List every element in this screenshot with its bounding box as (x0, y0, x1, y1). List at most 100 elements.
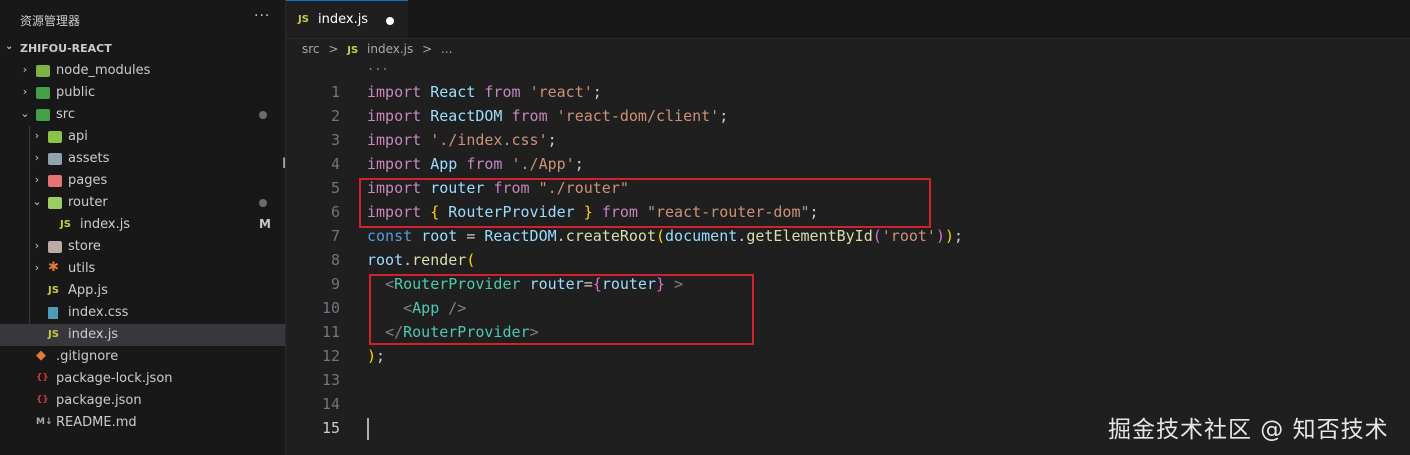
js-file-icon: JS (60, 219, 71, 230)
code-line[interactable]: import React from 'react'; (367, 83, 602, 101)
chevron-right-icon[interactable]: › (31, 129, 43, 142)
code-token: import (367, 83, 422, 101)
code-token: ) (367, 347, 377, 365)
chevron-right-icon[interactable]: › (31, 239, 43, 252)
tree-item[interactable]: › node_modules (0, 60, 285, 82)
breadcrumb-more[interactable]: ... (441, 42, 452, 56)
code-token: import (367, 131, 422, 149)
line-number: 14 (321, 395, 340, 413)
line-number: 1 (330, 83, 340, 101)
json-file-icon: {} (36, 373, 49, 383)
line-number: 11 (321, 323, 340, 341)
line-number: 4 (330, 155, 340, 173)
tree-item[interactable]: › ✱ utils (0, 258, 285, 280)
tab-index-js[interactable]: JS index.js (286, 0, 408, 38)
tree-item[interactable]: index.css (0, 302, 285, 324)
tree-item[interactable]: JS index.js (0, 324, 285, 346)
breadcrumb-file[interactable]: index.js (367, 42, 413, 56)
tree-item-label: index.js (80, 217, 131, 232)
tree-item-label: package.json (56, 393, 142, 408)
tree-item-label: .gitignore (56, 349, 119, 364)
line-number: 12 (321, 347, 340, 365)
tree-item-label: package-lock.json (56, 371, 173, 386)
tree-item[interactable]: › assets (0, 148, 285, 170)
code-token: from (466, 155, 503, 173)
editor-tab-bar: JS index.js (286, 0, 1410, 39)
highlight-box-jsx (369, 274, 754, 345)
tree-item-label: utils (68, 261, 96, 276)
tree-item-label: index.js (68, 327, 119, 342)
git-status-badge: M (259, 217, 271, 231)
folder-icon (48, 241, 62, 253)
tree-item-label: router (68, 195, 108, 210)
code-token: ReactDOM (430, 107, 503, 125)
folder-icon (36, 87, 50, 99)
chevron-down-icon[interactable]: ⌄ (19, 107, 31, 120)
code-token: ) (935, 227, 945, 245)
chevron-right-icon[interactable]: › (31, 173, 43, 186)
folded-region-hint[interactable]: ... (367, 59, 389, 73)
chevron-right-icon[interactable]: › (31, 261, 43, 274)
code-token: document (665, 227, 738, 245)
line-number: 8 (330, 251, 340, 269)
code-line[interactable]: root.render( (367, 251, 475, 269)
code-line[interactable]: ); (367, 347, 385, 365)
code-token: ReactDOM (484, 227, 557, 245)
code-token: React (430, 83, 476, 101)
tree-item-label: store (68, 239, 101, 254)
chevron-right-icon[interactable]: › (31, 151, 43, 164)
code-line[interactable]: const root = ReactDOM.createRoot(documen… (367, 227, 963, 245)
tree-item[interactable]: ⌄ src (0, 104, 285, 126)
tree-item-label: pages (68, 173, 108, 188)
code-token: import (367, 155, 422, 173)
code-line[interactable]: import './index.css'; (367, 131, 557, 149)
folder-icon (48, 131, 62, 143)
code-token: from (484, 83, 521, 101)
line-number: 7 (330, 227, 340, 245)
folder-icon (48, 153, 62, 165)
breadcrumb-src[interactable]: src (302, 42, 320, 56)
code-token: ; (574, 155, 584, 173)
code-token: . (737, 227, 747, 245)
tree-item[interactable]: › api (0, 126, 285, 148)
chevron-down-icon[interactable]: ⌄ (31, 195, 43, 208)
code-token: . (403, 251, 413, 269)
code-token: 'react-dom/client' (556, 107, 720, 125)
code-token: ; (719, 107, 729, 125)
code-token: ( (872, 227, 882, 245)
line-number: 6 (330, 203, 340, 221)
tree-item[interactable]: › public (0, 82, 285, 104)
tree-item[interactable]: JS index.js M (0, 214, 285, 236)
more-actions-icon[interactable]: ··· (254, 8, 270, 24)
tree-item[interactable]: ◆ .gitignore (0, 346, 285, 368)
tree-item[interactable]: {} package-lock.json (0, 368, 285, 390)
breadcrumb: src > JS index.js > ... (302, 42, 457, 56)
tree-item-label: api (68, 129, 88, 144)
chevron-right-icon[interactable]: › (19, 63, 31, 76)
explorer-root-folder[interactable]: ⌄ ZHIFOU-REACT (0, 38, 285, 60)
chevron-right-icon[interactable]: › (19, 85, 31, 98)
tree-item[interactable]: › store (0, 236, 285, 258)
code-token: ) (945, 227, 955, 245)
code-line[interactable]: import App from './App'; (367, 155, 584, 173)
code-line[interactable]: import ReactDOM from 'react-dom/client'; (367, 107, 728, 125)
js-file-icon: JS (347, 45, 359, 56)
folder-icon (48, 175, 62, 187)
tree-item-label: src (56, 107, 75, 122)
tree-item[interactable]: › pages (0, 170, 285, 192)
tree-item[interactable]: JS App.js (0, 280, 285, 302)
tree-item[interactable]: {} package.json (0, 390, 285, 412)
markdown-file-icon: M↓ (36, 417, 53, 427)
code-token: createRoot (565, 227, 656, 245)
root-folder-label: ZHIFOU-REACT (20, 42, 112, 55)
explorer-title: 资源管理器 (20, 14, 81, 28)
code-token: import (367, 107, 422, 125)
tree-item[interactable]: ⌄ router (0, 192, 285, 214)
tree-item[interactable]: M↓ README.md (0, 412, 285, 434)
unsaved-dot-icon[interactable] (386, 17, 394, 25)
tree-item-label: public (56, 85, 96, 100)
line-number: 10 (321, 299, 340, 317)
code-token: 'root' (881, 227, 936, 245)
